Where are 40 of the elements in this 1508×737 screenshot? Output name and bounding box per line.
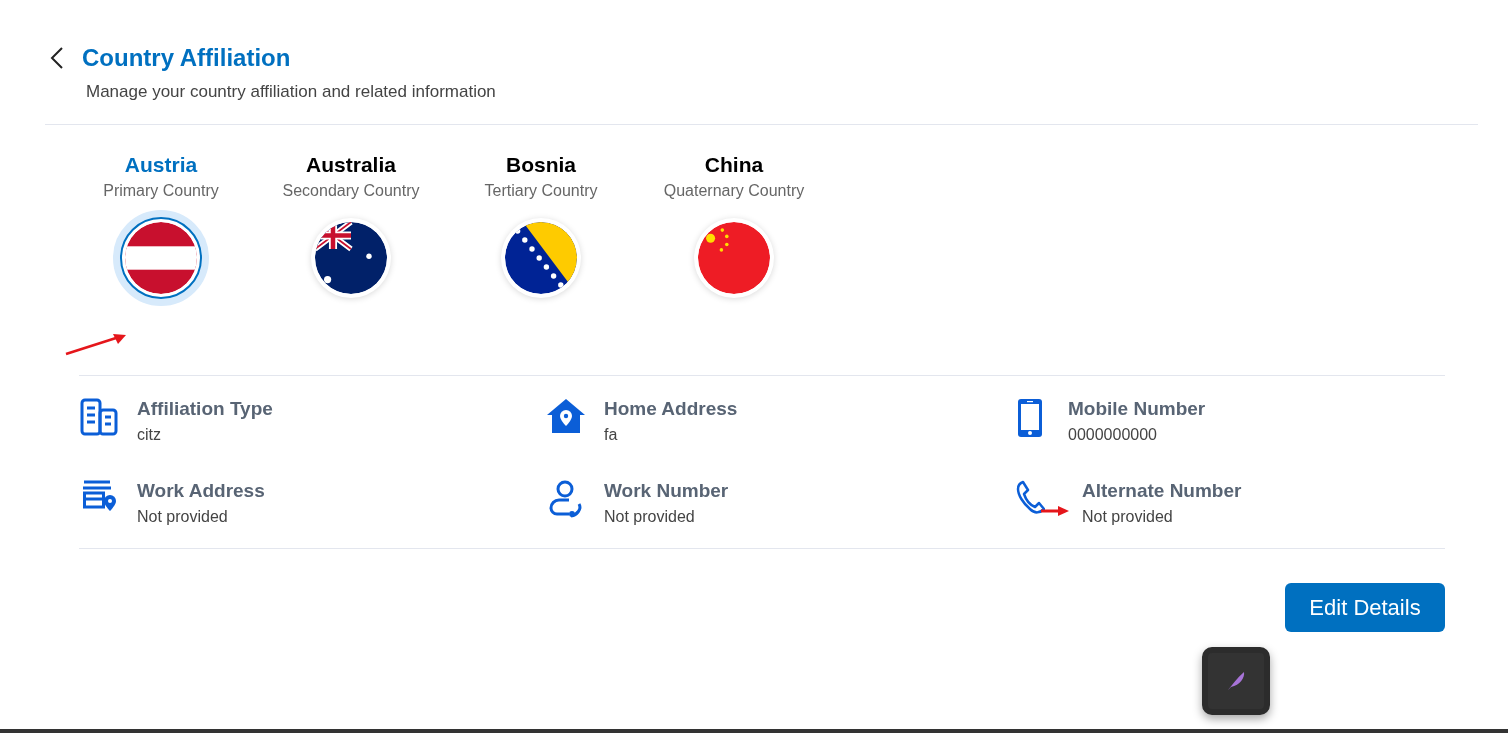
person-phone-icon — [549, 480, 583, 518]
flag-icon — [315, 222, 387, 294]
country-name: Bosnia — [506, 153, 576, 177]
country-role: Primary Country — [103, 182, 219, 200]
back-icon[interactable] — [50, 46, 64, 70]
country-name: Australia — [306, 153, 396, 177]
detail-label: Affiliation Type — [137, 398, 273, 420]
detail-value: Not provided — [137, 508, 229, 526]
annotation-arrow — [64, 332, 128, 356]
country-role: Tertiary Country — [484, 182, 598, 200]
detail-value: fa — [604, 426, 619, 444]
detail-value: Not provided — [1082, 508, 1174, 526]
buildings-icon — [80, 398, 118, 436]
mobile-phone-icon — [1017, 398, 1043, 438]
quill-app-button[interactable] — [1202, 647, 1270, 715]
detail-label: Home Address — [604, 398, 738, 420]
flag-button[interactable] — [311, 218, 391, 298]
detail-value: citz — [137, 426, 162, 444]
flag-button[interactable] — [501, 218, 581, 298]
phone-icon — [1015, 480, 1045, 514]
detail-label: Work Number — [604, 480, 729, 502]
country-name: China — [704, 153, 764, 177]
detail-value: Not provided — [604, 508, 696, 526]
page-title: Country Affiliation — [82, 44, 291, 72]
annotation-arrow — [1040, 506, 1070, 516]
store-pin-icon — [81, 480, 117, 512]
detail-label: Alternate Number — [1082, 480, 1242, 502]
detail-label: Mobile Number — [1068, 398, 1206, 420]
country-role: Secondary Country — [282, 182, 420, 200]
flag-icon — [120, 217, 202, 299]
flag-icon — [505, 222, 577, 294]
country-role: Quaternary Country — [663, 182, 805, 200]
flag-icon — [698, 222, 770, 294]
page-subtitle: Manage your country affiliation and related information — [86, 82, 497, 102]
detail-value: 0000000000 — [1068, 426, 1158, 444]
house-pin-icon — [546, 398, 586, 434]
edit-details-button[interactable]: Edit Details — [1285, 583, 1445, 632]
country-name: Austria — [124, 153, 198, 177]
feather-icon — [1225, 670, 1247, 692]
detail-label: Work Address — [137, 480, 265, 502]
